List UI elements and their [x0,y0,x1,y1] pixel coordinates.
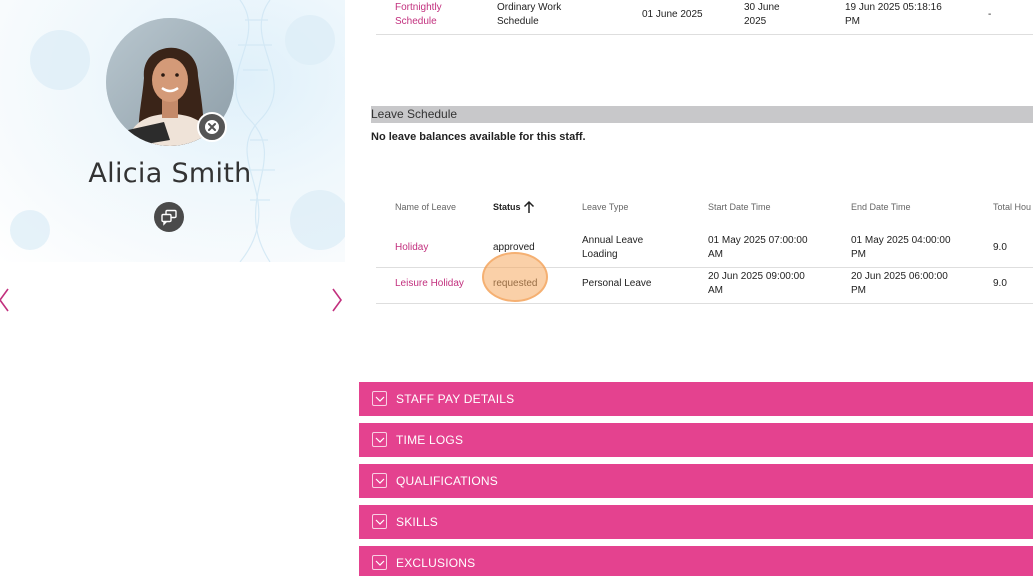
leave-schedule-header: Leave Schedule [371,106,1033,123]
click-highlight-marker [482,252,548,302]
sort-ascending-button[interactable] [523,200,535,219]
staff-profile-page: Alicia Smith Fortnightly Schedule Ordina… [0,0,1033,576]
accordion-label: TIME LOGS [396,433,464,447]
table-row: Leisure Holiday requested Personal Leave… [376,268,1033,304]
accordion-staff-pay-details[interactable]: STAFF PAY DETAILS [359,382,1033,416]
accordion-label: QUALIFICATIONS [396,474,498,488]
column-header-start-date-time[interactable]: Start Date Time [708,202,771,212]
chevron-down-icon [372,432,387,447]
column-header-end-date-time[interactable]: End Date Time [851,202,911,212]
close-circle-icon [205,120,219,134]
column-header-status[interactable]: Status [493,202,521,212]
accordion-qualifications[interactable]: QUALIFICATIONS [359,464,1033,498]
leave-start: 20 Jun 2025 09:00:00 AM [708,271,805,296]
accordion-skills[interactable]: SKILLS [359,505,1033,539]
accordion-label: STAFF PAY DETAILS [396,392,515,406]
staff-name: Alicia Smith [88,158,252,189]
work-schedule-name-link[interactable]: Fortnightly Schedule [395,1,475,29]
accordion-time-logs[interactable]: TIME LOGS [359,423,1033,457]
work-schedule-extra: - [988,9,992,20]
chevron-down-icon [372,555,387,570]
next-staff-button[interactable] [328,286,344,314]
arrow-up-icon [523,200,535,213]
chevron-left-icon [0,288,9,312]
leave-name-link[interactable]: Holiday [395,241,428,255]
accordion-label: SKILLS [396,515,438,529]
chevron-down-icon [372,514,387,529]
chat-button[interactable] [154,202,184,232]
chat-bubbles-icon [161,209,177,226]
leave-start: 01 May 2025 07:00:00 AM [708,235,808,260]
work-schedule-start-date: 01 June 2025 [642,9,703,20]
chevron-down-icon [372,391,387,406]
leave-total-hours: 9.0 [993,242,1007,253]
table-row: Holiday approved Annual Leave Loading 01… [376,231,1033,268]
work-schedule-row: Fortnightly Schedule Ordinary Work Sched… [376,0,1033,35]
work-schedule-type: Ordinary Work Schedule [497,2,562,27]
leave-total-hours: 9.0 [993,278,1007,289]
remove-photo-button[interactable] [197,112,227,142]
chevron-right-icon [332,288,342,312]
profile-panel: Alicia Smith [0,0,345,576]
column-header-leave-type[interactable]: Leave Type [582,202,628,212]
leave-name-link[interactable]: Leisure Holiday [395,277,464,291]
leave-type: Annual Leave Loading [582,235,644,260]
work-schedule-end-date: 30 June 2025 [744,2,780,27]
column-header-name-of-leave[interactable]: Name of Leave [395,202,456,212]
no-leave-balance-message: No leave balances available for this sta… [371,131,586,143]
work-schedule-modified: 19 Jun 2025 05:18:16 PM [845,2,942,27]
column-header-total-hours[interactable]: Total Hou [993,202,1031,212]
accordion-label: EXCLUSIONS [396,556,476,570]
leave-end: 20 Jun 2025 06:00:00 PM [851,271,948,296]
leave-end: 01 May 2025 04:00:00 PM [851,235,951,260]
chevron-down-icon [372,473,387,488]
leave-type: Personal Leave [582,278,652,289]
accordion-exclusions[interactable]: EXCLUSIONS [359,546,1033,576]
previous-staff-button[interactable] [0,286,12,314]
main-content: Fortnightly Schedule Ordinary Work Sched… [359,0,1033,576]
